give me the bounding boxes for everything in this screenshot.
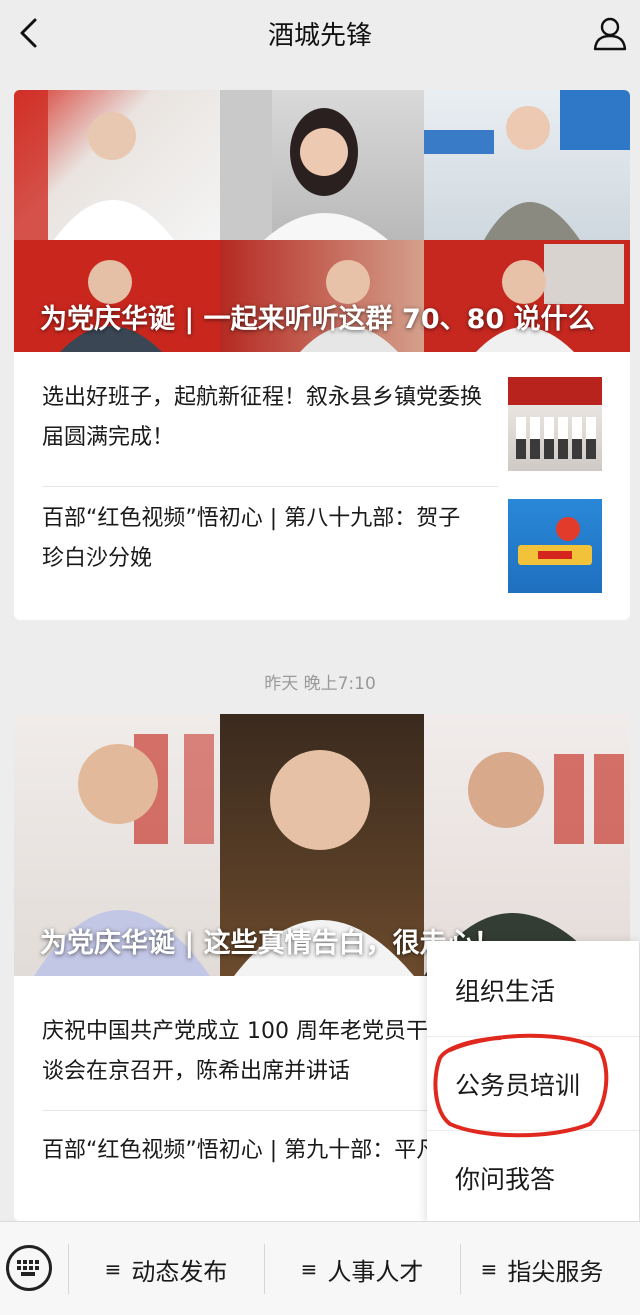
article-title: 庆祝中国共产党成立 100 周年老党员干部座谈会在京召开，陈希出席并讲话 <box>42 1019 472 1084</box>
article-card[interactable]: 为党庆华诞 | 一起来听听这群 70、80 说什么 选出好班子，起航新征程！叙永… <box>14 90 630 620</box>
bottom-menu-bar: ≡ 动态发布 ≡ 人事人才 ≡ 指尖服务 <box>0 1221 640 1315</box>
page-title: 酒城先锋 <box>267 20 372 51</box>
top-bar: 酒城先锋 <box>0 0 640 66</box>
article-title: 选出好班子，起航新征程！叙永县乡镇党委换届圆满完成！ <box>42 385 483 450</box>
cover-title: 为党庆华诞 | 一起来听听这群 70、80 说什么 <box>40 304 595 335</box>
cover-photo <box>220 90 424 240</box>
keyboard-toggle-button[interactable] <box>6 1245 52 1291</box>
list-item[interactable]: 选出好班子，起航新征程！叙永县乡镇党委换届圆满完成！ <box>14 352 630 486</box>
menu-lines-icon: ≡ <box>300 1257 318 1281</box>
cover-image[interactable]: 为党庆华诞 | 这些真情告白，很走心！ <box>14 714 630 976</box>
article-title: 百部“红色视频”悟初心 | 第九十部：平凡 <box>42 1138 439 1163</box>
back-button[interactable] <box>6 11 50 55</box>
chevron-left-icon <box>20 18 37 48</box>
menu-label: 人事人才 <box>327 1257 424 1286</box>
cover-image[interactable]: 为党庆华诞 | 一起来听听这群 70、80 说什么 <box>14 90 630 352</box>
menu-dynamic-publish[interactable]: ≡ 动态发布 <box>68 1222 264 1315</box>
keyboard-icon <box>17 1260 39 1276</box>
person-icon <box>593 17 627 51</box>
article-thumbnail <box>508 377 602 471</box>
menu-personnel-talent[interactable]: ≡ 人事人才 <box>264 1222 460 1315</box>
submenu-item-organization-life[interactable]: 组织生活 <box>427 943 639 1036</box>
menu-label: 动态发布 <box>131 1257 228 1286</box>
highlight-circle-annotation <box>433 1033 609 1138</box>
cover-photo <box>424 90 630 240</box>
cover-photo <box>14 90 220 240</box>
profile-button[interactable] <box>586 9 634 57</box>
article-thumbnail <box>508 499 602 593</box>
submenu-item-qa[interactable]: 你问我答 <box>427 1131 639 1224</box>
menu-lines-icon: ≡ <box>104 1257 122 1281</box>
timestamp: 昨天 晚上7:10 <box>264 674 376 694</box>
menu-label: 指尖服务 <box>507 1257 604 1286</box>
menu-fingertip-service[interactable]: ≡ 指尖服务 <box>444 1222 640 1315</box>
article-title: 百部“红色视频”悟初心 | 第八十九部：贺子珍白沙分娩 <box>42 506 461 571</box>
list-item[interactable]: 百部“红色视频”悟初心 | 第八十九部：贺子珍白沙分娩 <box>14 487 630 620</box>
menu-lines-icon: ≡ <box>480 1257 498 1281</box>
